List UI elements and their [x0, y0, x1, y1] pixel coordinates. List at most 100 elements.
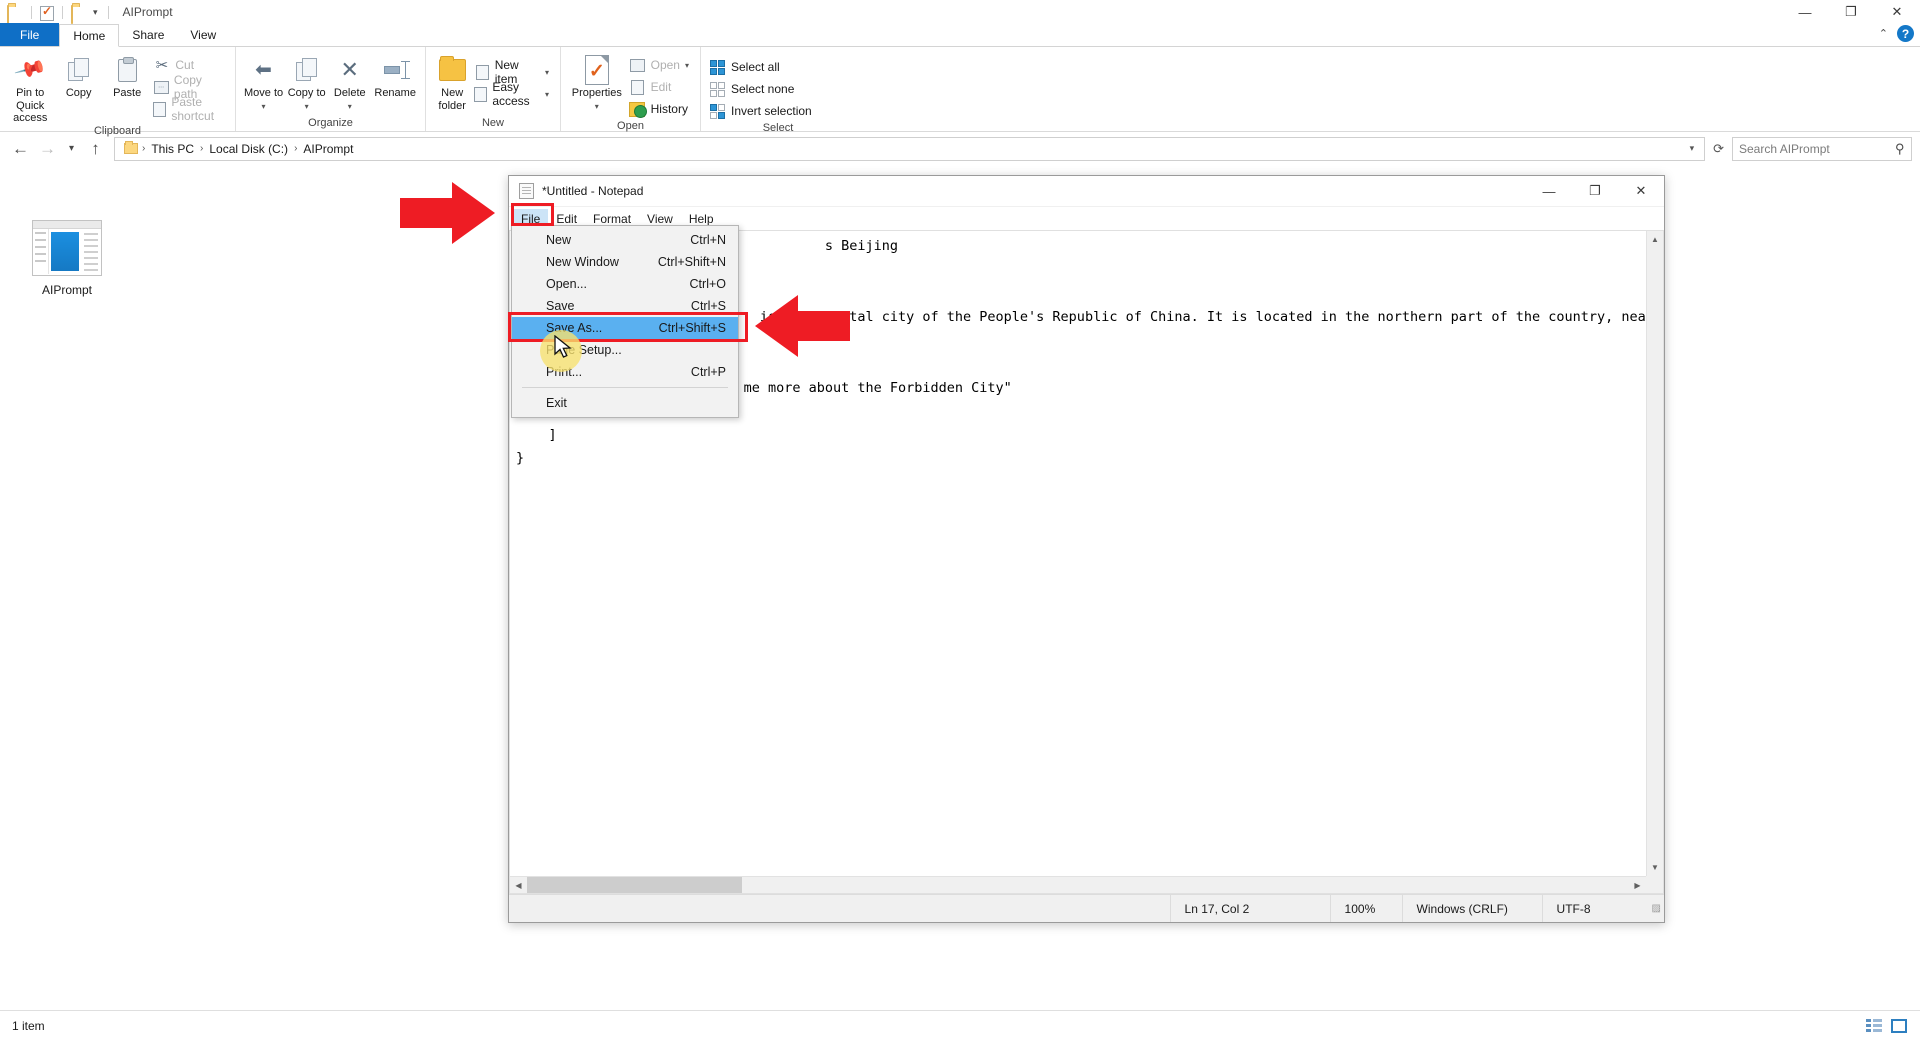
chevron-down-icon[interactable]: ▾ [545, 90, 549, 99]
open-button[interactable]: Open ▾ [627, 54, 694, 76]
chevron-down-icon[interactable]: ▾ [685, 61, 689, 70]
breadcrumb-item-local-disk[interactable]: Local Disk (C:) [204, 142, 293, 156]
properties-check-icon[interactable] [40, 4, 54, 21]
menu-item-new[interactable]: New Ctrl+N [512, 229, 738, 251]
large-icons-view-icon[interactable] [1889, 1017, 1908, 1034]
menu-item-new-window-accel: Ctrl+Shift+N [657, 255, 726, 269]
scroll-left-icon[interactable]: ◀ [510, 881, 527, 890]
notepad-vertical-scrollbar[interactable]: ▲ ▼ [1646, 231, 1663, 876]
history-button[interactable]: History [627, 98, 694, 120]
copy-to-button[interactable]: Copy to ▾ [285, 51, 328, 111]
history-label: History [650, 102, 688, 116]
tab-file[interactable]: File [0, 23, 60, 46]
chevron-down-icon[interactable]: ▾ [91, 7, 100, 18]
new-folder-icon[interactable] [71, 4, 87, 24]
menu-item-open[interactable]: Open... Ctrl+O [512, 273, 738, 295]
pin-to-quick-access-label: Pin to Quick access [13, 87, 48, 125]
menu-item-open-label: Open... [546, 277, 587, 291]
ribbon-group-new: New folder New item ▾ Easy access ▾ New [425, 47, 560, 131]
ribbon-group-open: ✓ Properties ▾ Open ▾ Edit History Open [560, 47, 700, 132]
paste-shortcut-button[interactable]: Paste shortcut [151, 95, 229, 123]
forward-arrow-icon[interactable]: → [35, 136, 60, 161]
tab-share[interactable]: Share [119, 23, 177, 46]
paste-shortcut-label: Paste shortcut [171, 95, 215, 123]
breadcrumb-item-this-pc[interactable]: This PC [146, 142, 199, 156]
notepad-title-bar: *Untitled - Notepad — ❐ ✕ [509, 176, 1664, 207]
copy-button[interactable]: Copy [54, 51, 102, 100]
chevron-up-icon[interactable]: ⌃ [1879, 27, 1888, 40]
search-icon[interactable]: ⚲ [1895, 141, 1905, 157]
group-label-select: Select [762, 122, 794, 134]
select-all-button[interactable]: Select all [707, 56, 817, 78]
ribbon-group-organize: ⬅ Move to ▾ Copy to ▾ ✕ Delete ▾ Rename [235, 47, 425, 131]
scroll-down-icon[interactable]: ▼ [1647, 859, 1663, 876]
chevron-down-icon[interactable]: ▾ [1690, 143, 1701, 154]
red-left-arrow-to-save-as [755, 295, 850, 357]
encoding-label[interactable]: UTF-8 [1541, 895, 1652, 922]
maximize-button[interactable]: ❐ [1828, 0, 1874, 24]
delete-button[interactable]: ✕ Delete ▾ [328, 51, 371, 111]
notepad-close-button[interactable]: ✕ [1618, 176, 1664, 207]
move-to-button[interactable]: ⬅ Move to ▾ [242, 51, 285, 111]
tab-view[interactable]: View [177, 23, 229, 46]
select-none-button[interactable]: Select none [707, 78, 817, 100]
menu-item-save-as[interactable]: Save As... Ctrl+Shift+S [512, 317, 738, 339]
menu-item-exit[interactable]: Exit [512, 392, 738, 414]
search-input[interactable]: Search AIPrompt ⚲ [1732, 136, 1912, 161]
chevron-down-icon[interactable]: ▾ [262, 102, 266, 111]
folder-icon[interactable] [7, 4, 23, 24]
menu-item-save-accel: Ctrl+S [690, 299, 726, 313]
explorer-window-title: AIPrompt [122, 5, 173, 19]
easy-access-button[interactable]: Easy access ▾ [472, 80, 554, 108]
open-label: Open [650, 58, 680, 72]
menu-item-print[interactable]: Print... Ctrl+P [512, 361, 738, 383]
tab-home[interactable]: Home [59, 24, 120, 47]
menu-item-new-window[interactable]: New Window Ctrl+Shift+N [512, 251, 738, 273]
copy-to-icon [295, 55, 318, 85]
properties-button[interactable]: ✓ Properties ▾ [567, 51, 627, 111]
pin-to-quick-access-button[interactable]: 📌 Pin to Quick access [6, 51, 54, 125]
chevron-down-icon[interactable]: ▾ [348, 102, 352, 111]
back-arrow-icon[interactable]: ← [8, 136, 33, 161]
ribbon-help-area: ⌃ ? [1879, 25, 1914, 42]
paste-label: Paste [113, 87, 142, 99]
menu-item-save[interactable]: Save Ctrl+S [512, 295, 738, 317]
select-all-label: Select all [731, 60, 780, 74]
invert-selection-button[interactable]: Invert selection [707, 100, 817, 122]
copy-to-label: Copy to [287, 87, 326, 99]
invert-selection-label: Invert selection [731, 104, 812, 118]
refresh-icon[interactable]: ⟳ [1707, 141, 1730, 157]
edit-button[interactable]: Edit [627, 76, 694, 98]
help-question-icon[interactable]: ? [1897, 25, 1914, 42]
close-button[interactable]: ✕ [1874, 0, 1920, 24]
notepad-maximize-button[interactable]: ❐ [1572, 176, 1618, 207]
scroll-thumb[interactable] [527, 876, 742, 893]
line-ending-label[interactable]: Windows (CRLF) [1401, 895, 1542, 922]
recent-locations-chevron-down-icon[interactable]: ▾ [62, 136, 81, 161]
paste-button[interactable]: Paste [103, 51, 151, 100]
notepad-horizontal-scrollbar[interactable]: ◀ ▶ [510, 876, 1646, 893]
breadcrumb[interactable]: › This PC › Local Disk (C:) › AIPrompt ▾ [114, 136, 1706, 161]
minimize-button[interactable]: — [1782, 0, 1828, 24]
list-item[interactable]: AIPrompt [22, 220, 112, 297]
divider [107, 5, 109, 19]
ribbon-group-clipboard: 📌 Pin to Quick access Copy Paste ✂ Cut ⋯… [0, 47, 235, 137]
chevron-down-icon[interactable]: ▾ [545, 68, 549, 77]
breadcrumb-item-aiprompt[interactable]: AIPrompt [298, 142, 358, 156]
open-icon [629, 57, 646, 74]
chevron-down-icon[interactable]: ▾ [595, 102, 599, 111]
rename-label: Rename [374, 87, 416, 99]
rename-button[interactable]: Rename [371, 51, 419, 100]
notepad-minimize-button[interactable]: — [1526, 176, 1572, 207]
details-view-icon[interactable] [1864, 1017, 1883, 1034]
address-bar: ← → ▾ ↑ › This PC › Local Disk (C:) › AI… [0, 132, 1920, 165]
up-arrow-icon[interactable]: ↑ [83, 136, 108, 161]
chevron-down-icon[interactable]: ▾ [305, 102, 309, 111]
delete-label: Delete [333, 87, 366, 99]
resize-grip[interactable]: ▨ [1652, 903, 1664, 914]
zoom-level-label[interactable]: 100% [1329, 895, 1402, 922]
new-folder-button[interactable]: New folder [432, 51, 472, 112]
menu-item-page-setup[interactable]: Page Setup... [512, 339, 738, 361]
scroll-up-icon[interactable]: ▲ [1647, 231, 1663, 248]
scroll-right-icon[interactable]: ▶ [1629, 881, 1646, 890]
